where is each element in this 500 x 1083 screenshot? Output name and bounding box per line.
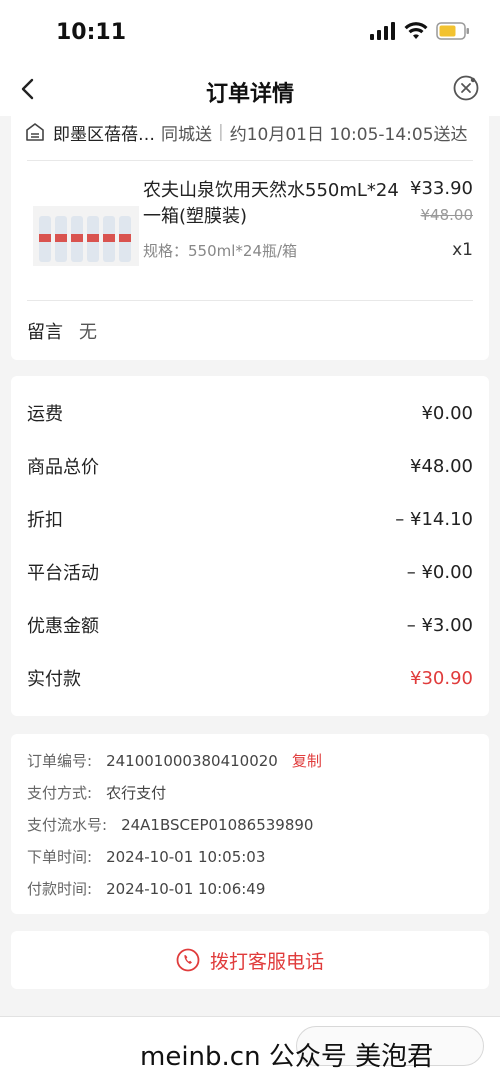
order-number-row: 订单编号: 241001000380410020 复制 [27, 750, 322, 771]
fee-row-platform: 平台活动 – ¥0.00 [27, 557, 473, 587]
signal-icon [370, 22, 395, 40]
product-price: ¥33.90 [410, 178, 473, 199]
pay-serial-row: 支付流水号: 24A1BSCEP01086539890 [27, 814, 313, 835]
battery-icon [436, 22, 469, 40]
divider [27, 300, 473, 301]
order-number: 241001000380410020 [106, 752, 278, 770]
fee-label: 实付款 [27, 669, 81, 690]
store-icon [26, 123, 44, 141]
product-name[interactable]: 农夫山泉饮用天然水550mL*24一箱(塑膜装) [143, 178, 405, 230]
pay-serial: 24A1BSCEP01086539890 [121, 816, 314, 834]
order-time: 2024-10-01 10:05:03 [106, 848, 266, 866]
product-spec: 规格：550ml*24瓶/箱 [143, 242, 298, 260]
product-quantity: x1 [452, 240, 473, 260]
status-icons [370, 22, 470, 40]
phone-icon [176, 948, 200, 972]
note-row: 留言无 [27, 318, 97, 344]
copy-button[interactable]: 复制 [292, 752, 322, 770]
fee-value: ¥0.00 [421, 402, 473, 424]
order-time-row: 下单时间: 2024-10-01 10:05:03 [27, 846, 265, 867]
product-original-price: ¥48.00 [420, 206, 474, 224]
fee-value: – ¥14.10 [395, 508, 473, 530]
order-info-card: 订单编号: 241001000380410020 复制 支付方式: 农行支付 支付流水… [11, 734, 489, 914]
delivery-time: 约10月01日 10:05-14:05送达 [229, 124, 468, 145]
fee-label: 折扣 [27, 510, 63, 531]
product-image[interactable] [33, 206, 139, 266]
fee-value: – ¥0.00 [406, 561, 473, 583]
fee-row-coupon: 优惠金额 – ¥3.00 [27, 610, 473, 640]
fee-row-paid: 实付款 ¥30.90 [27, 663, 473, 693]
fee-value: – ¥3.00 [406, 614, 473, 636]
call-service-label: 拨打客服电话 [209, 950, 324, 973]
fee-value: ¥48.00 [410, 455, 473, 477]
fee-label: 优惠金额 [27, 616, 99, 637]
paid-amount: ¥30.90 [410, 667, 473, 689]
pay-method-row: 支付方式: 农行支付 [27, 782, 166, 803]
wifi-icon [404, 22, 428, 39]
delivery-address: 即墨区蓓蓓… [53, 124, 155, 145]
status-time: 10:11 [56, 20, 127, 45]
pay-method-label: 支付方式: [27, 784, 93, 802]
order-time-label: 下单时间: [27, 848, 93, 866]
pay-method: 农行支付 [106, 784, 167, 802]
separator: | [218, 122, 224, 142]
pay-time-row: 付款时间: 2024-10-01 10:06:49 [27, 878, 265, 899]
pay-time-label: 付款时间: [27, 880, 93, 898]
delivery-row: 即墨区蓓蓓… 同城送 | 约10月01日 10:05-14:05送达 [25, 118, 475, 146]
delivery-mode: 同城送 [161, 124, 212, 145]
pay-time: 2024-10-01 10:06:49 [106, 880, 266, 898]
page-title: 订单详情 [205, 82, 294, 107]
fees-card: 运费 ¥0.00 商品总价 ¥48.00 折扣 – ¥14.10 平台活动 – … [11, 376, 489, 716]
note-label: 留言 [27, 322, 63, 343]
fee-row-shipping: 运费 ¥0.00 [27, 398, 473, 428]
order-card: 即墨区蓓蓓… 同城送 | 约10月01日 10:05-14:05送达 农夫山泉饮… [11, 110, 489, 360]
customer-service-card[interactable]: 拨打客服电话 [11, 931, 489, 989]
status-bar: 10:11 [0, 0, 500, 66]
nav-bar: 订单详情 [0, 66, 500, 116]
note-value: 无 [79, 322, 97, 343]
order-number-label: 订单编号: [27, 752, 93, 770]
fee-label: 运费 [27, 404, 63, 425]
fee-label: 平台活动 [27, 563, 99, 584]
call-service-button[interactable]: 拨打客服电话 [176, 947, 324, 974]
watermark-text: meinb.cn 公众号 美泡君 [140, 1042, 434, 1072]
pay-serial-label: 支付流水号: [27, 816, 108, 834]
fee-label: 商品总价 [27, 457, 99, 478]
divider [27, 160, 473, 161]
fee-row-discount: 折扣 – ¥14.10 [27, 504, 473, 534]
close-icon[interactable] [452, 74, 480, 102]
fee-row-total: 商品总价 ¥48.00 [27, 451, 473, 481]
